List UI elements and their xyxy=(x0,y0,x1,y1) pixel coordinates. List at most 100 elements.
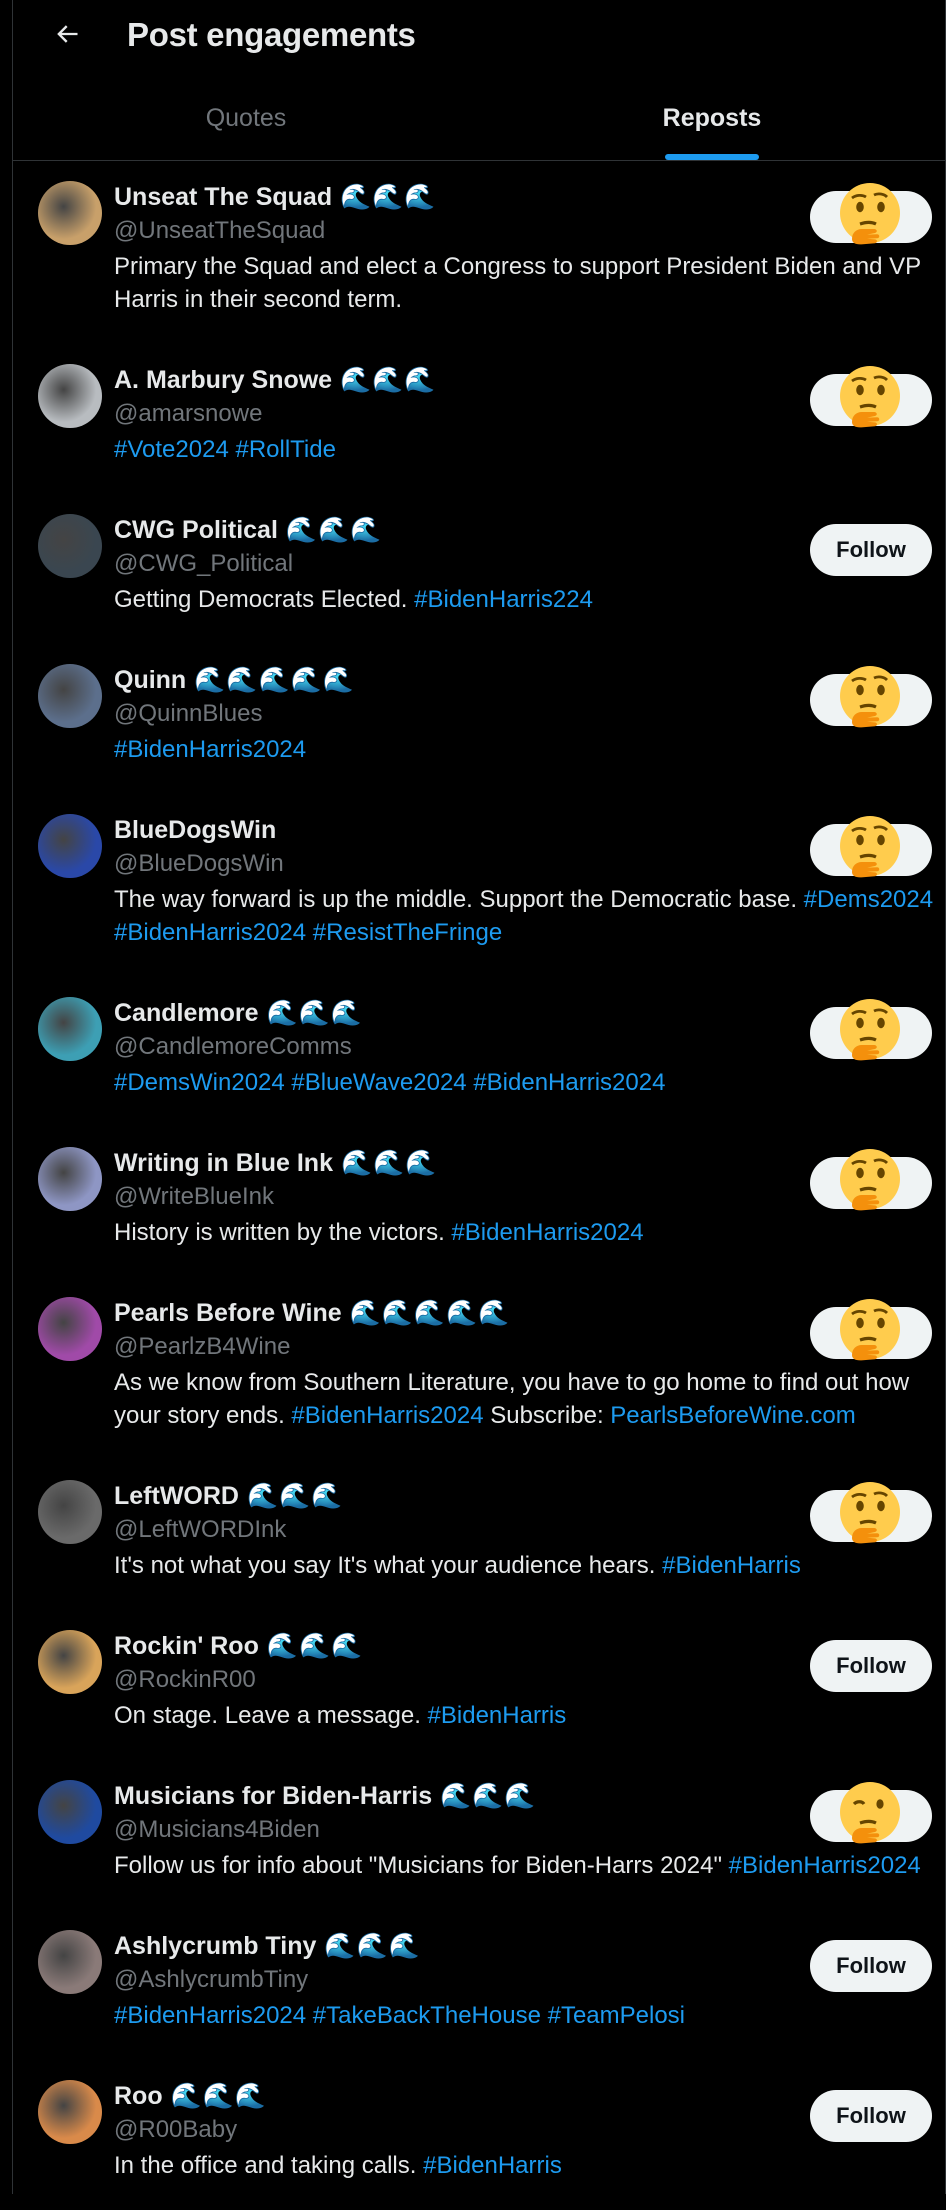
user-handle[interactable]: @UnseatTheSquad xyxy=(114,214,823,247)
hashtag-link[interactable]: #BidenHarris2024 xyxy=(291,1402,483,1429)
avatar[interactable] xyxy=(38,1297,102,1361)
hashtag-link[interactable]: #Dems2024 xyxy=(804,886,933,913)
hashtag-link[interactable]: #TeamPelosi xyxy=(548,2002,685,2029)
user-handle[interactable]: @AshlycrumbTiny xyxy=(114,1963,823,1996)
avatar[interactable] xyxy=(38,1930,102,1994)
user-handle[interactable]: @CWG_Political xyxy=(114,547,823,580)
user-row[interactable]: Ashlycrumb Tiny 🌊🌊🌊 @AshlycrumbTiny #BidenH… xyxy=(13,1910,945,2060)
user-row[interactable]: A. Marbury Snowe 🌊🌊🌊 @amarsnowe #Vote2024 #… xyxy=(13,344,945,494)
bio-text xyxy=(306,2002,313,2029)
user-handle[interactable]: @RockinR00 xyxy=(114,1663,823,1696)
user-handle[interactable]: @Musicians4Biden xyxy=(114,1813,823,1846)
hashtag-link[interactable]: #BidenHarris224 xyxy=(414,586,593,613)
display-name[interactable]: BlueDogsWin xyxy=(114,816,276,845)
hashtag-link[interactable]: #BidenHarris2024 xyxy=(114,736,306,763)
user-row[interactable]: Pearls Before Wine 🌊🌊🌊🌊🌊 @PearlzB4Wine As w… xyxy=(13,1277,945,1460)
display-name[interactable]: Rockin' Roo xyxy=(114,1632,259,1661)
user-bio: The way forward is up the middle. Suppor… xyxy=(114,883,944,949)
user-row[interactable]: Unseat The Squad 🌊🌊🌊 @UnseatTheSquad Primar… xyxy=(13,161,945,344)
hashtag-link[interactable]: #BidenHarris2024 xyxy=(451,1219,643,1246)
avatar[interactable] xyxy=(38,664,102,728)
emoji-follow-button[interactable] xyxy=(810,183,932,245)
user-bio: #Vote2024 #RollTide xyxy=(114,433,944,466)
emoji-follow-button[interactable] xyxy=(810,1482,932,1544)
emoji-follow-button[interactable] xyxy=(810,366,932,428)
user-row[interactable]: Roo 🌊🌊🌊 @R00Baby In the office and taking c… xyxy=(13,2060,945,2210)
hashtag-link[interactable]: #DemsWin2024 xyxy=(114,1069,285,1096)
user-handle[interactable]: @QuinnBlues xyxy=(114,697,823,730)
user-row[interactable]: Musicians for Biden-Harris 🌊🌊🌊 @Musicians4… xyxy=(13,1760,945,1910)
hashtag-link[interactable]: #ResistTheFringe xyxy=(313,919,502,946)
hashtag-link[interactable]: #BlueWave2024 xyxy=(291,1069,466,1096)
display-name[interactable]: Roo xyxy=(114,2082,163,2111)
display-name[interactable]: Writing in Blue Ink xyxy=(114,1149,333,1178)
hashtag-link[interactable]: #Vote2024 xyxy=(114,436,229,463)
avatar[interactable] xyxy=(38,181,102,245)
hashtag-link[interactable]: #BidenHarris2024 xyxy=(114,919,306,946)
follow-button[interactable]: Follow xyxy=(810,1940,932,1992)
avatar[interactable] xyxy=(38,1780,102,1844)
emoji-follow-button[interactable] xyxy=(810,999,932,1061)
display-name[interactable]: Unseat The Squad xyxy=(114,183,332,212)
emoji-follow-button[interactable] xyxy=(810,1299,932,1361)
avatar[interactable] xyxy=(38,364,102,428)
display-name[interactable]: LeftWORD xyxy=(114,1482,239,1511)
display-name[interactable]: A. Marbury Snowe xyxy=(114,366,332,395)
name-line: Pearls Before Wine 🌊🌊🌊🌊🌊 xyxy=(114,1296,823,1330)
user-bio: In the office and taking calls. #BidenHa… xyxy=(114,2149,944,2182)
follow-button[interactable]: Follow xyxy=(810,2090,932,2142)
follow-button[interactable]: Follow xyxy=(810,524,932,576)
avatar[interactable] xyxy=(38,514,102,578)
avatar[interactable] xyxy=(38,1480,102,1544)
hashtag-link[interactable]: #BidenHarris2024 xyxy=(473,1069,665,1096)
user-handle[interactable]: @R00Baby xyxy=(114,2113,823,2146)
display-name[interactable]: Pearls Before Wine xyxy=(114,1299,342,1328)
user-handle[interactable]: @WriteBlueInk xyxy=(114,1180,823,1213)
user-row[interactable]: CWG Political 🌊🌊🌊 @CWG_Political Getting De… xyxy=(13,494,945,644)
thinking-emoji-icon xyxy=(840,183,900,245)
user-row[interactable]: LeftWORD 🌊🌊🌊 @LeftWORDInk It's not what you… xyxy=(13,1460,945,1610)
back-arrow-icon xyxy=(57,25,78,43)
emoji-follow-button[interactable] xyxy=(810,1782,932,1844)
bio-text xyxy=(541,2002,548,2029)
tab-reposts[interactable]: Reposts xyxy=(479,82,945,160)
display-name[interactable]: Candlemore xyxy=(114,999,258,1028)
follow-button[interactable]: Follow xyxy=(810,1640,932,1692)
display-name[interactable]: Quinn xyxy=(114,666,186,695)
hashtag-link[interactable]: #TakeBackTheHouse xyxy=(313,2002,541,2029)
hashtag-link[interactable]: #RollTide xyxy=(235,436,336,463)
emoji-follow-button[interactable] xyxy=(810,666,932,728)
thinking-emoji-icon xyxy=(840,1149,900,1211)
hashtag-link[interactable]: #BidenHarris xyxy=(662,1552,801,1579)
hashtag-link[interactable]: #BidenHarris xyxy=(423,2152,562,2179)
hashtag-link[interactable]: #BidenHarris xyxy=(428,1702,567,1729)
wave-emoji-icon: 🌊🌊🌊🌊🌊 xyxy=(349,1298,511,1327)
user-handle[interactable]: @amarsnowe xyxy=(114,397,823,430)
user-info: A. Marbury Snowe 🌊🌊🌊 @amarsnowe #Vote2024 #… xyxy=(114,363,823,466)
display-name[interactable]: CWG Political xyxy=(114,516,278,545)
user-row[interactable]: Rockin' Roo 🌊🌊🌊 @RockinR00 On stage. Leave … xyxy=(13,1610,945,1760)
user-row[interactable]: Writing in Blue Ink 🌊🌊🌊 @WriteBlueInk Histo… xyxy=(13,1127,945,1277)
avatar[interactable] xyxy=(38,997,102,1061)
avatar[interactable] xyxy=(38,814,102,878)
hashtag-link[interactable]: PearlsBeforeWine.com xyxy=(610,1402,855,1429)
back-button[interactable] xyxy=(41,14,93,54)
wave-emoji-icon: 🌊🌊🌊🌊🌊 xyxy=(194,665,355,694)
user-handle[interactable]: @PearlzB4Wine xyxy=(114,1330,823,1363)
emoji-follow-button[interactable] xyxy=(810,1149,932,1211)
user-handle[interactable]: @CandlemoreComms xyxy=(114,1030,823,1063)
hashtag-link[interactable]: #BidenHarris2024 xyxy=(729,1852,921,1879)
hashtag-link[interactable]: #BidenHarris2024 xyxy=(114,2002,306,2029)
display-name[interactable]: Musicians for Biden-Harris xyxy=(114,1782,432,1811)
user-handle[interactable]: @LeftWORDInk xyxy=(114,1513,823,1546)
emoji-follow-button[interactable] xyxy=(810,816,932,878)
user-row[interactable]: Candlemore 🌊🌊🌊 @CandlemoreComms #DemsWin202… xyxy=(13,977,945,1127)
avatar[interactable] xyxy=(38,1147,102,1211)
avatar[interactable] xyxy=(38,1630,102,1694)
user-handle[interactable]: @BlueDogsWin xyxy=(114,847,823,880)
display-name[interactable]: Ashlycrumb Tiny xyxy=(114,1932,316,1961)
tab-quotes[interactable]: Quotes xyxy=(13,82,479,160)
avatar[interactable] xyxy=(38,2080,102,2144)
user-row[interactable]: Quinn 🌊🌊🌊🌊🌊 @QuinnBlues #BidenHarris2024 xyxy=(13,644,945,794)
user-row[interactable]: BlueDogsWin @BlueDogsWin The way forward i… xyxy=(13,794,945,977)
